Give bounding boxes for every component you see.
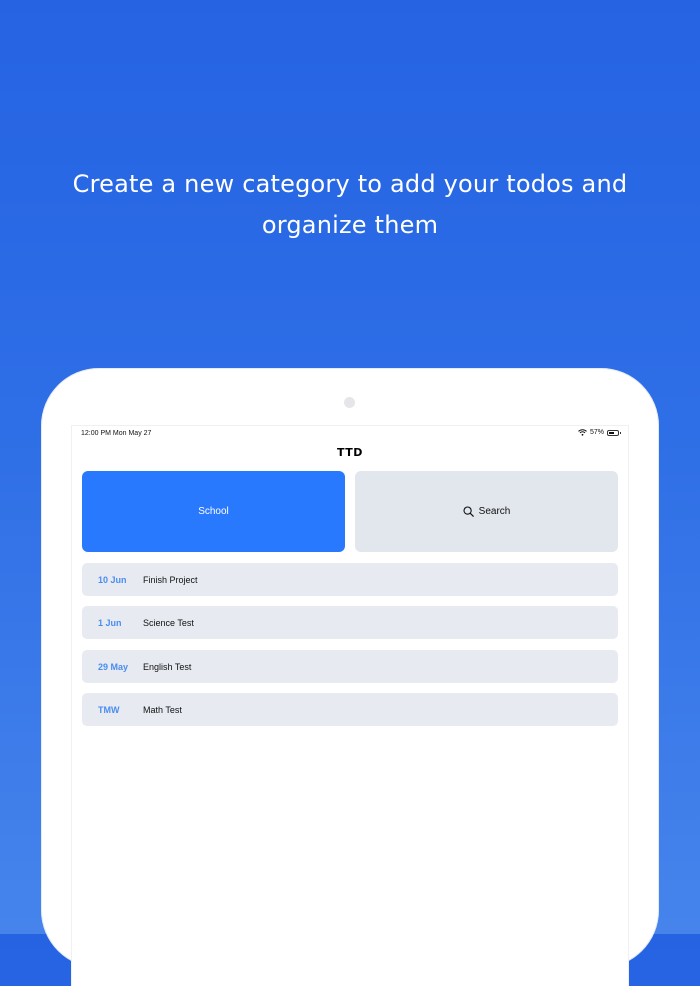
battery-icon xyxy=(607,429,621,436)
headline-line-2: organize them xyxy=(261,211,439,239)
search-icon xyxy=(463,506,474,517)
camera-dot xyxy=(344,397,355,408)
search-tile[interactable]: Search xyxy=(355,471,618,552)
app-screen: 12:00 PM Mon May 27 57% TTD School Searc… xyxy=(72,426,628,986)
search-tile-label: Search xyxy=(478,506,511,517)
todo-row[interactable]: TMW Math Test xyxy=(82,693,618,726)
todo-title: Finish Project xyxy=(143,574,198,585)
wifi-icon xyxy=(578,429,587,436)
category-tile-label: School xyxy=(198,506,229,517)
todo-date: TMW xyxy=(98,704,120,715)
ipad-frame: 12:00 PM Mon May 27 57% TTD School Searc… xyxy=(41,368,659,986)
todo-date: 1 Jun xyxy=(98,617,122,628)
marketing-headline: Create a new category to add your todos … xyxy=(40,164,660,246)
todo-date: 29 May xyxy=(98,661,129,672)
todo-title: Math Test xyxy=(143,704,182,715)
status-bar: 12:00 PM Mon May 27 57% xyxy=(72,426,628,440)
category-tile-school[interactable]: School xyxy=(82,471,345,552)
headline-line-1: Create a new category to add your todos … xyxy=(72,170,628,198)
battery-level xyxy=(609,431,614,434)
todo-row[interactable]: 1 Jun Science Test xyxy=(82,606,618,639)
todo-row[interactable]: 10 Jun Finish Project xyxy=(82,563,618,596)
todo-title: English Test xyxy=(143,661,192,672)
todo-date: 10 Jun xyxy=(98,574,127,585)
battery-percent: 57% xyxy=(589,429,604,436)
todo-title: Science Test xyxy=(143,617,194,628)
status-time: 12:00 PM Mon May 27 xyxy=(81,430,152,437)
app-title: TTD xyxy=(337,446,363,459)
todo-row[interactable]: 29 May English Test xyxy=(82,650,618,683)
status-indicators: 57% xyxy=(578,429,621,436)
